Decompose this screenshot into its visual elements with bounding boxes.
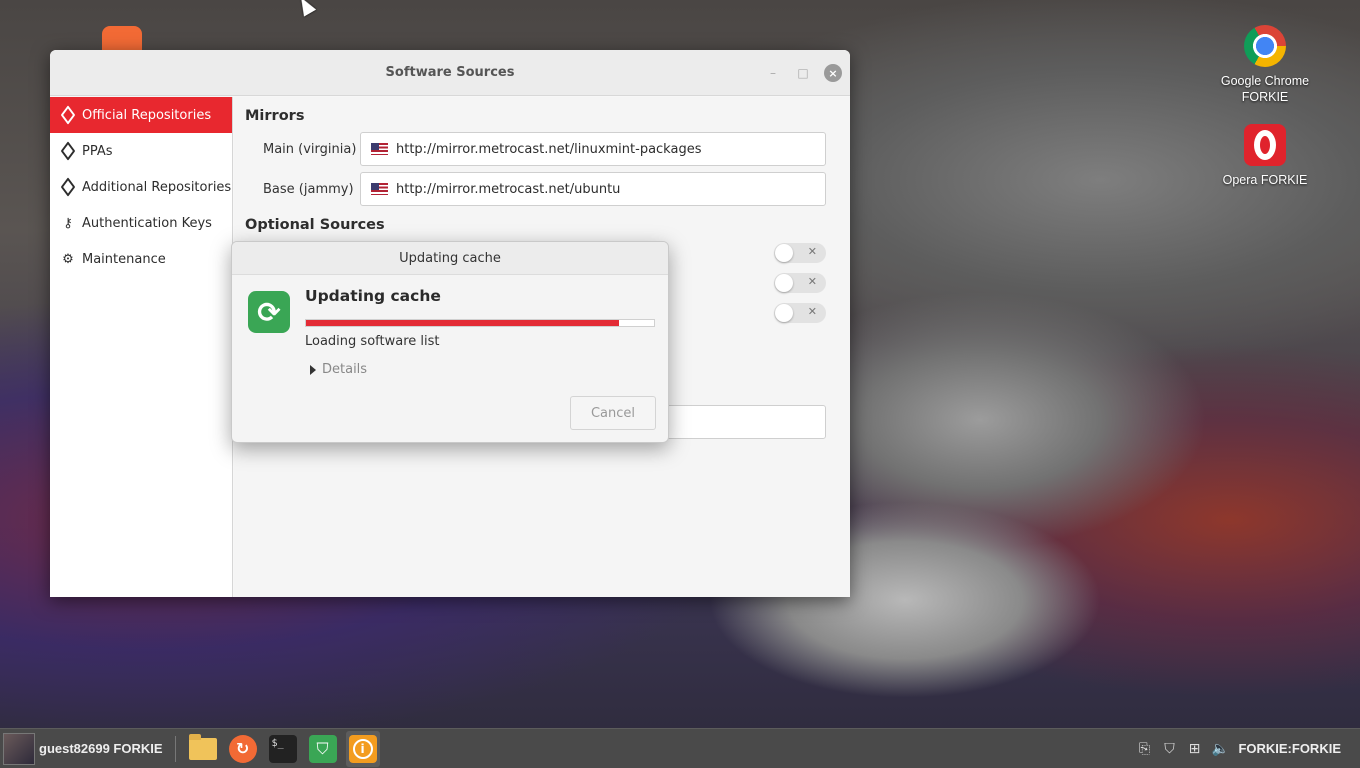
system-tray: ⎘ ⛉ ⊞ 🔈 FORKIE:FORKIE — [1136, 741, 1360, 757]
taskbar-terminal[interactable]: $_ — [266, 731, 300, 767]
base-mirror-label: Base (jammy) — [263, 182, 354, 197]
user-label[interactable]: guest82699 FORKIE — [39, 741, 163, 756]
desktop-icon-label: Opera FORKIE — [1222, 173, 1308, 187]
optional-source-toggle-1[interactable]: ✕ — [774, 243, 826, 263]
updating-cache-dialog: Updating cache ⟳ Updating cache Loading … — [231, 241, 669, 443]
key-icon: ⚷ — [63, 215, 73, 231]
minimize-button[interactable]: – — [764, 64, 782, 82]
package-icon — [60, 105, 76, 125]
taskbar-separator — [174, 735, 176, 762]
mirrors-heading: Mirrors — [245, 108, 305, 124]
sidebar-item-additional-repositories[interactable]: Additional Repositories — [50, 169, 232, 205]
package-icon — [60, 177, 76, 197]
window-title: Software Sources — [385, 65, 515, 80]
main-mirror-label: Main (virginia) — [263, 142, 357, 157]
base-mirror-button[interactable]: http://mirror.metrocast.net/ubuntu — [360, 172, 826, 206]
opera-icon — [1244, 124, 1286, 166]
main-mirror-url: http://mirror.metrocast.net/linuxmint-pa… — [396, 141, 702, 157]
optional-source-toggle-2[interactable]: ✕ — [774, 273, 826, 293]
sidebar: Official Repositories PPAs Additional Re… — [50, 97, 233, 597]
volume-icon[interactable]: 🔈 — [1211, 741, 1228, 757]
close-button[interactable]: × — [824, 64, 842, 82]
taskbar: guest82699 FORKIE ↻ $_ ⛉ i ⎘ ⛉ ⊞ 🔈 FORKI… — [0, 728, 1360, 768]
desktop-icon-label: Google Chrome — [1220, 74, 1310, 88]
shield-tray-icon[interactable]: ⛉ — [1161, 741, 1177, 757]
mouse-cursor — [295, 0, 317, 17]
network-icon[interactable]: ⊞ — [1186, 741, 1202, 757]
optional-source-toggle-3[interactable]: ✕ — [774, 303, 826, 323]
sidebar-item-label: Additional Repositories — [82, 179, 232, 195]
sidebar-item-label: PPAs — [82, 143, 113, 159]
desktop-icon-opera[interactable]: Opera FORKIE — [1215, 124, 1315, 188]
hostname-label[interactable]: FORKIE:FORKIE — [1238, 741, 1341, 756]
status-text: Loading software list — [305, 334, 440, 349]
sidebar-item-ppas[interactable]: PPAs — [50, 133, 232, 169]
progress-fill — [306, 320, 620, 326]
desktop-icon-label: FORKIE — [1241, 90, 1289, 104]
desktop-icon-chrome[interactable]: Google Chrome FORKIE — [1215, 25, 1315, 105]
window-titlebar[interactable]: Software Sources – □ × — [50, 50, 850, 96]
sidebar-item-label: Authentication Keys — [82, 215, 212, 231]
sidebar-item-official-repositories[interactable]: Official Repositories — [50, 97, 232, 133]
terminal-icon: $_ — [268, 734, 297, 763]
sidebar-item-label: Maintenance — [82, 251, 166, 267]
update-manager-desktop-icon[interactable] — [102, 26, 142, 52]
expander-arrow-icon — [310, 364, 316, 375]
details-expander[interactable]: Details — [310, 362, 367, 377]
us-flag-icon — [371, 143, 388, 155]
update-manager-icon: ↻ — [228, 734, 257, 763]
us-flag-icon — [371, 183, 388, 195]
main-mirror-button[interactable]: http://mirror.metrocast.net/linuxmint-pa… — [360, 132, 826, 166]
details-label: Details — [322, 362, 368, 377]
gear-icon: ⚙ — [62, 251, 74, 267]
sidebar-item-authentication-keys[interactable]: ⚷ Authentication Keys — [50, 205, 232, 241]
taskbar-security[interactable]: ⛉ — [306, 731, 340, 767]
avatar[interactable] — [3, 732, 35, 765]
refresh-icon: ⟳ — [248, 291, 290, 333]
taskbar-files[interactable] — [186, 731, 220, 767]
info-icon: i — [348, 734, 377, 763]
folder-icon — [188, 733, 217, 760]
dialog-heading: Updating cache — [305, 287, 441, 305]
obscured-field[interactable] — [664, 405, 826, 439]
sidebar-item-maintenance[interactable]: ⚙ Maintenance — [50, 241, 232, 277]
optional-sources-heading: Optional Sources — [245, 217, 385, 233]
base-mirror-url: http://mirror.metrocast.net/ubuntu — [396, 181, 621, 197]
dialog-titlebar[interactable]: Updating cache — [232, 242, 668, 275]
taskbar-update-manager[interactable]: ↻ — [226, 731, 260, 767]
maximize-button[interactable]: □ — [794, 64, 812, 82]
sidebar-item-label: Official Repositories — [82, 107, 212, 123]
progress-bar — [305, 319, 655, 327]
shield-icon: ⛉ — [308, 734, 337, 763]
cancel-button[interactable]: Cancel — [570, 396, 656, 430]
package-icon — [60, 141, 76, 161]
taskbar-software-sources[interactable]: i — [345, 730, 380, 767]
chrome-icon — [1244, 25, 1286, 67]
clipboard-icon[interactable]: ⎘ — [1136, 741, 1152, 757]
